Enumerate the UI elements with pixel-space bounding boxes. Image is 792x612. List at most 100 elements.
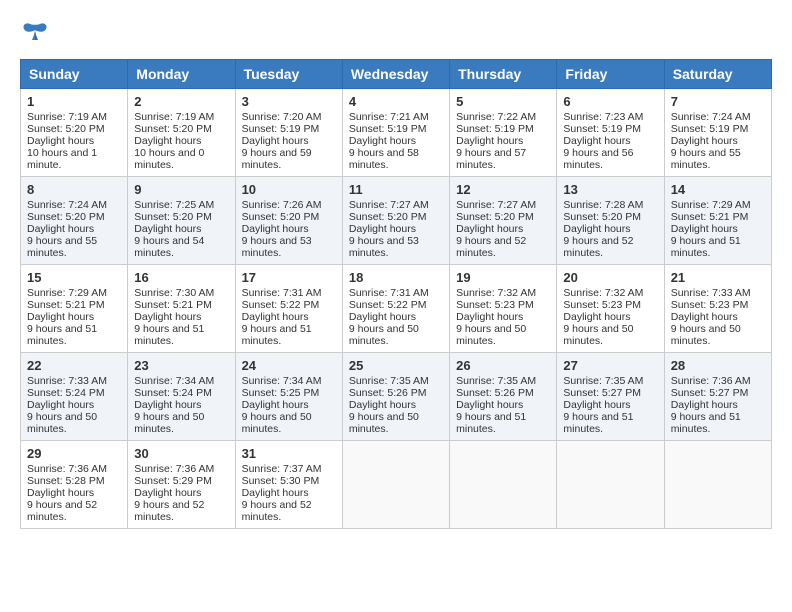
calendar-week-row: 22Sunrise: 7:33 AMSunset: 5:24 PMDayligh… — [21, 353, 772, 441]
column-header-sunday: Sunday — [21, 60, 128, 89]
day-number: 22 — [27, 358, 121, 373]
daylight-detail: 9 hours and 51 minutes. — [671, 235, 765, 259]
daylight-info: Daylight hours — [671, 135, 765, 147]
sunset-info: Sunset: 5:20 PM — [563, 211, 657, 223]
day-number: 9 — [134, 182, 228, 197]
sunrise-info: Sunrise: 7:37 AM — [242, 463, 336, 475]
calendar-week-row: 15Sunrise: 7:29 AMSunset: 5:21 PMDayligh… — [21, 265, 772, 353]
sunset-info: Sunset: 5:24 PM — [27, 387, 121, 399]
daylight-detail: 9 hours and 50 minutes. — [242, 411, 336, 435]
sunset-info: Sunset: 5:24 PM — [134, 387, 228, 399]
calendar-cell: 14Sunrise: 7:29 AMSunset: 5:21 PMDayligh… — [664, 177, 771, 265]
daylight-detail: 10 hours and 1 minute. — [27, 147, 121, 171]
daylight-detail: 9 hours and 52 minutes. — [27, 499, 121, 523]
calendar-cell: 24Sunrise: 7:34 AMSunset: 5:25 PMDayligh… — [235, 353, 342, 441]
day-number: 26 — [456, 358, 550, 373]
calendar-cell: 17Sunrise: 7:31 AMSunset: 5:22 PMDayligh… — [235, 265, 342, 353]
daylight-info: Daylight hours — [456, 223, 550, 235]
sunset-info: Sunset: 5:20 PM — [27, 211, 121, 223]
calendar-cell: 19Sunrise: 7:32 AMSunset: 5:23 PMDayligh… — [450, 265, 557, 353]
sunrise-info: Sunrise: 7:33 AM — [671, 287, 765, 299]
calendar-cell: 21Sunrise: 7:33 AMSunset: 5:23 PMDayligh… — [664, 265, 771, 353]
column-header-monday: Monday — [128, 60, 235, 89]
sunrise-info: Sunrise: 7:25 AM — [134, 199, 228, 211]
daylight-info: Daylight hours — [242, 399, 336, 411]
daylight-info: Daylight hours — [563, 311, 657, 323]
day-number: 14 — [671, 182, 765, 197]
sunset-info: Sunset: 5:19 PM — [671, 123, 765, 135]
day-number: 3 — [242, 94, 336, 109]
sunrise-info: Sunrise: 7:26 AM — [242, 199, 336, 211]
daylight-detail: 9 hours and 56 minutes. — [563, 147, 657, 171]
day-number: 13 — [563, 182, 657, 197]
day-number: 27 — [563, 358, 657, 373]
daylight-detail: 9 hours and 52 minutes. — [563, 235, 657, 259]
sunset-info: Sunset: 5:20 PM — [242, 211, 336, 223]
daylight-info: Daylight hours — [456, 311, 550, 323]
sunset-info: Sunset: 5:23 PM — [671, 299, 765, 311]
daylight-detail: 9 hours and 51 minutes. — [456, 411, 550, 435]
daylight-info: Daylight hours — [27, 399, 121, 411]
calendar-table: SundayMondayTuesdayWednesdayThursdayFrid… — [20, 59, 772, 529]
calendar-cell: 10Sunrise: 7:26 AMSunset: 5:20 PMDayligh… — [235, 177, 342, 265]
day-number: 25 — [349, 358, 443, 373]
sunrise-info: Sunrise: 7:33 AM — [27, 375, 121, 387]
calendar-cell — [664, 441, 771, 529]
daylight-info: Daylight hours — [671, 223, 765, 235]
sunset-info: Sunset: 5:30 PM — [242, 475, 336, 487]
sunset-info: Sunset: 5:20 PM — [27, 123, 121, 135]
sunrise-info: Sunrise: 7:28 AM — [563, 199, 657, 211]
day-number: 23 — [134, 358, 228, 373]
sunset-info: Sunset: 5:23 PM — [456, 299, 550, 311]
calendar-week-row: 29Sunrise: 7:36 AMSunset: 5:28 PMDayligh… — [21, 441, 772, 529]
day-number: 18 — [349, 270, 443, 285]
daylight-info: Daylight hours — [671, 399, 765, 411]
sunset-info: Sunset: 5:20 PM — [134, 211, 228, 223]
day-number: 17 — [242, 270, 336, 285]
sunset-info: Sunset: 5:19 PM — [456, 123, 550, 135]
daylight-detail: 9 hours and 55 minutes. — [27, 235, 121, 259]
daylight-detail: 9 hours and 51 minutes. — [563, 411, 657, 435]
sunrise-info: Sunrise: 7:22 AM — [456, 111, 550, 123]
calendar-week-row: 1Sunrise: 7:19 AMSunset: 5:20 PMDaylight… — [21, 89, 772, 177]
sunrise-info: Sunrise: 7:21 AM — [349, 111, 443, 123]
day-number: 15 — [27, 270, 121, 285]
daylight-detail: 9 hours and 53 minutes. — [349, 235, 443, 259]
daylight-info: Daylight hours — [134, 311, 228, 323]
sunset-info: Sunset: 5:19 PM — [242, 123, 336, 135]
column-header-saturday: Saturday — [664, 60, 771, 89]
calendar-cell: 27Sunrise: 7:35 AMSunset: 5:27 PMDayligh… — [557, 353, 664, 441]
sunrise-info: Sunrise: 7:35 AM — [349, 375, 443, 387]
daylight-detail: 9 hours and 50 minutes. — [27, 411, 121, 435]
sunset-info: Sunset: 5:19 PM — [349, 123, 443, 135]
daylight-info: Daylight hours — [134, 487, 228, 499]
day-number: 11 — [349, 182, 443, 197]
sunrise-info: Sunrise: 7:34 AM — [242, 375, 336, 387]
day-number: 20 — [563, 270, 657, 285]
day-number: 28 — [671, 358, 765, 373]
sunrise-info: Sunrise: 7:24 AM — [671, 111, 765, 123]
calendar-cell: 4Sunrise: 7:21 AMSunset: 5:19 PMDaylight… — [342, 89, 449, 177]
calendar-cell — [450, 441, 557, 529]
sunrise-info: Sunrise: 7:31 AM — [242, 287, 336, 299]
daylight-info: Daylight hours — [134, 399, 228, 411]
calendar-cell: 12Sunrise: 7:27 AMSunset: 5:20 PMDayligh… — [450, 177, 557, 265]
calendar-cell: 18Sunrise: 7:31 AMSunset: 5:22 PMDayligh… — [342, 265, 449, 353]
calendar-cell: 11Sunrise: 7:27 AMSunset: 5:20 PMDayligh… — [342, 177, 449, 265]
sunrise-info: Sunrise: 7:32 AM — [456, 287, 550, 299]
daylight-detail: 9 hours and 52 minutes. — [242, 499, 336, 523]
logo-icon — [20, 20, 50, 49]
daylight-info: Daylight hours — [242, 311, 336, 323]
calendar-cell: 28Sunrise: 7:36 AMSunset: 5:27 PMDayligh… — [664, 353, 771, 441]
sunset-info: Sunset: 5:25 PM — [242, 387, 336, 399]
daylight-detail: 9 hours and 50 minutes. — [563, 323, 657, 347]
calendar-cell: 5Sunrise: 7:22 AMSunset: 5:19 PMDaylight… — [450, 89, 557, 177]
sunrise-info: Sunrise: 7:20 AM — [242, 111, 336, 123]
day-number: 8 — [27, 182, 121, 197]
day-number: 1 — [27, 94, 121, 109]
daylight-detail: 9 hours and 59 minutes. — [242, 147, 336, 171]
day-number: 7 — [671, 94, 765, 109]
daylight-info: Daylight hours — [563, 399, 657, 411]
page-header — [20, 20, 772, 49]
sunrise-info: Sunrise: 7:35 AM — [456, 375, 550, 387]
